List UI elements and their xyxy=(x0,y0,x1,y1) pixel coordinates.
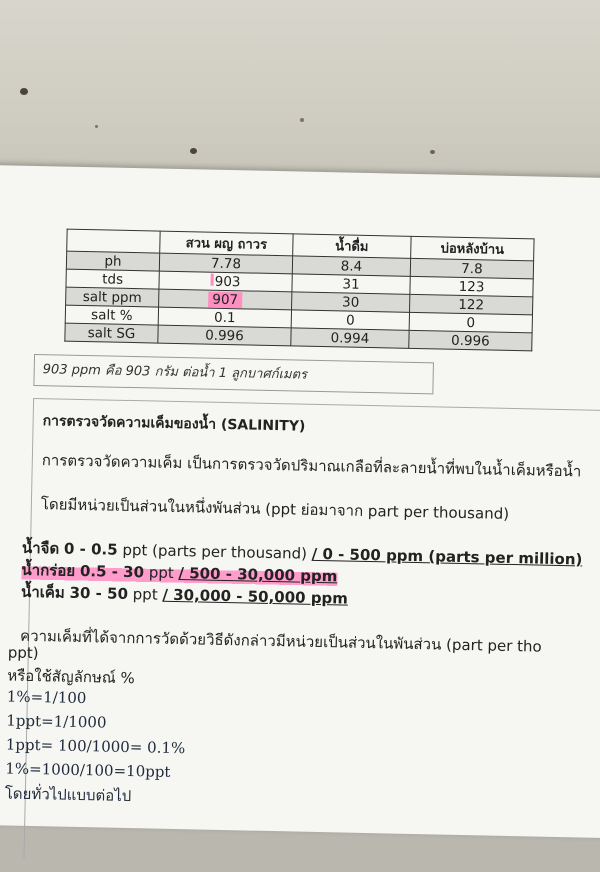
brackish-water-unit: ppt xyxy=(148,563,174,582)
cell-value: 0.996 xyxy=(157,325,292,346)
fresh-water-name: น้ำจืด xyxy=(21,538,60,558)
salt-water-name: น้ำเค็ม xyxy=(20,582,65,602)
floor-speck xyxy=(190,148,197,154)
fresh-water-range: 0 - 0.5 xyxy=(63,539,118,559)
floor-speck xyxy=(20,88,28,95)
table-header-garden: สวน ผญ ถาวร xyxy=(159,231,294,256)
cell-text: 903 xyxy=(214,273,241,290)
ppm-note-box: 903 ppm คือ 903 กรัม ต่อน้ำ 1 ลูกบาศก์เม… xyxy=(33,353,434,395)
cell-value: 0.996 xyxy=(408,330,533,351)
table-header-empty xyxy=(66,229,161,254)
handwritten-line: 1%=1000/100=10ppt xyxy=(5,759,171,781)
highlight-mark xyxy=(210,273,214,286)
row-label: salt ppm xyxy=(65,287,159,308)
row-label: salt % xyxy=(65,305,159,326)
handwritten-line: โดยทั่วไปแบบต่อไป xyxy=(4,784,132,806)
printed-sheet: สวน ผญ ถาวร น้ำดื่ม บ่อหลังบ้าน ph 7.78 … xyxy=(0,165,600,872)
row-label: tds xyxy=(65,269,160,290)
table-header-drinking-water: น้ำดื่ม xyxy=(292,233,412,259)
fresh-water-ppm: / 0 - 500 ppm (parts per million) xyxy=(311,544,583,569)
handwritten-line: 1ppt=1/1000 xyxy=(6,711,107,732)
water-test-table: สวน ผญ ถาวร น้ำดื่ม บ่อหลังบ้าน ph 7.78 … xyxy=(64,229,535,352)
highlighted-value: 907 xyxy=(208,291,243,308)
salt-water-range: 30 - 50 xyxy=(69,583,129,603)
cell-value: 0.994 xyxy=(290,327,410,349)
handwritten-line: 1%=1/100 xyxy=(6,687,87,708)
salinity-paragraph-4: หรือใช้สัญลักษณ์ % xyxy=(7,666,135,688)
floor-speck xyxy=(95,125,98,128)
salt-water-unit: ppt xyxy=(132,585,158,604)
brackish-water-range: 0.5 - 30 xyxy=(79,561,145,582)
row-label: ph xyxy=(66,251,160,272)
table-header-back-pond: บ่อหลังบ้าน xyxy=(410,236,535,261)
salinity-paragraph-3b: ppt) xyxy=(7,643,39,663)
floor-speck xyxy=(430,150,435,154)
floor-speck xyxy=(300,118,304,122)
handwritten-line: 1ppt= 100/1000= 0.1% xyxy=(5,735,186,758)
brackish-water-ppm: / 500 - 30,000 ppm xyxy=(178,564,338,586)
row-label: salt SG xyxy=(64,323,159,344)
salt-water-ppm: / 30,000 - 50,000 ppm xyxy=(162,585,349,608)
brackish-water-name: น้ำกร่อย xyxy=(21,560,76,580)
